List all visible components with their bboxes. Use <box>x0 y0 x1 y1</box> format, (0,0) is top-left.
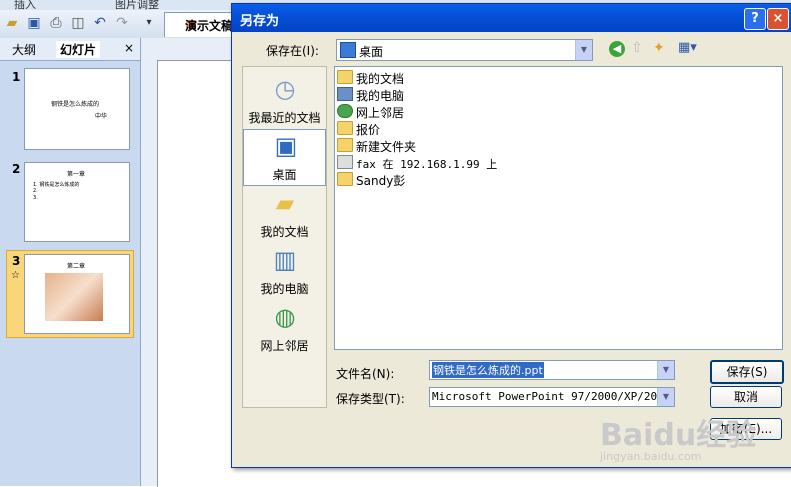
slide-number-2: 2 <box>12 162 21 176</box>
document-tab[interactable]: ▤ 演示文稿 <box>164 12 238 37</box>
folder-icon: ▰ <box>275 189 295 217</box>
save-in-label: 保存在(I): <box>266 44 319 58</box>
back-icon[interactable]: ◀ <box>609 41 625 57</box>
chevron-down-icon[interactable]: ▼ <box>575 40 592 60</box>
slide-number-1: 1 <box>12 70 21 84</box>
slide-thumbnail-2[interactable]: 第一章 1. 钢铁是怎么炼成的 2. 3. <box>24 162 130 242</box>
place-my-computer[interactable]: ▥ 我的电脑 <box>243 244 326 299</box>
place-recent[interactable]: ◷ 我最近的文档 <box>243 73 326 128</box>
slide2-line: 1. 钢铁是怎么炼成的 <box>33 182 80 188</box>
folder-icon <box>337 70 353 84</box>
printer-shortcut-icon <box>337 155 353 169</box>
computer-icon: ▥ <box>273 246 297 274</box>
slide-thumbnail-1[interactable]: 钢铁是怎么炼成的 中华 <box>24 68 130 150</box>
place-desktop[interactable]: ▣ 桌面 <box>243 129 326 186</box>
place-label: 我的电脑 <box>260 282 309 296</box>
new-folder-icon[interactable]: ✦ <box>653 40 665 56</box>
network-icon: ◍ <box>274 303 296 331</box>
print-icon[interactable]: ⎙ <box>47 14 65 32</box>
slide2-line: 2. <box>33 188 38 194</box>
list-item[interactable]: Sandy彭 <box>337 172 405 189</box>
filename-value: 钢铁是怎么炼成的.ppt <box>432 362 544 378</box>
file-list[interactable]: 我的文档 我的电脑 网上邻居 报价 新建文件夹 fax 在 192.168.1.… <box>334 66 783 350</box>
slide3-image <box>45 273 103 321</box>
slide2-line: 3. <box>33 195 38 201</box>
dialog-title: 另存为 <box>240 14 280 29</box>
list-item[interactable]: 网上邻居 <box>337 104 404 121</box>
filetype-value: Microsoft PowerPoint 97/2000/XP/2003 <box>432 390 671 403</box>
customize-icon[interactable]: ▾ <box>140 14 158 32</box>
slide-thumbnail-3[interactable]: 第二章 <box>24 254 130 334</box>
close-button[interactable]: × <box>767 8 789 30</box>
slide1-title: 钢铁是怎么炼成的 <box>51 101 100 108</box>
desktop-icon <box>340 42 356 58</box>
slide-number-3: 3 <box>12 254 21 268</box>
dialog-titlebar[interactable]: 另存为 ? × <box>232 4 791 32</box>
place-label: 我最近的文档 <box>248 111 321 125</box>
animation-icon: ☆ <box>11 270 20 281</box>
place-label: 网上邻居 <box>260 339 309 353</box>
slide3-title: 第二章 <box>67 263 86 270</box>
filename-input[interactable]: 钢铁是怎么炼成的.ppt ▼ <box>429 360 675 380</box>
save-icon[interactable]: ▣ <box>25 14 43 32</box>
help-button[interactable]: ? <box>744 8 766 30</box>
save-in-value: 桌面 <box>359 45 384 59</box>
slide2-title: 第一章 <box>67 171 86 178</box>
chevron-down-icon[interactable]: ▼ <box>657 361 674 379</box>
tab-slides[interactable]: 幻灯片 <box>56 41 101 58</box>
up-folder-icon[interactable]: ⇧ <box>631 40 643 56</box>
save-as-dialog: 另存为 ? × 保存在(I): 桌面 ▼ ◀ ⇧ ✦ ▦▾ ◷ 我最近的文档 ▣… <box>231 3 791 468</box>
list-item[interactable]: 我的电脑 <box>337 87 404 104</box>
save-in-select[interactable]: 桌面 ▼ <box>336 39 593 61</box>
slide1-sub: 中华 <box>95 113 108 120</box>
list-item[interactable]: 报价 <box>337 121 380 138</box>
desktop-icon: ▣ <box>274 132 298 160</box>
chevron-down-icon[interactable]: ▼ <box>657 388 674 406</box>
place-label: 我的文档 <box>260 225 309 239</box>
views-menu-icon[interactable]: ▦▾ <box>678 40 697 55</box>
filename-label: 文件名(N): <box>336 367 395 381</box>
cancel-button[interactable]: 取消 <box>710 386 782 408</box>
places-bar: ◷ 我最近的文档 ▣ 桌面 ▰ 我的文档 ▥ 我的电脑 ◍ 网上邻居 <box>242 66 327 408</box>
list-item[interactable]: 我的文档 <box>337 70 404 87</box>
redo-icon[interactable]: ↷ <box>113 14 131 32</box>
watermark: Baidu经验 jingyan.baidu.com <box>600 418 757 463</box>
network-icon <box>337 104 353 118</box>
filetype-select[interactable]: Microsoft PowerPoint 97/2000/XP/2003 ▼ <box>429 387 675 407</box>
list-item[interactable]: fax 在 192.168.1.99 上 <box>337 155 497 172</box>
panel-tabs: 大纲 幻灯片 × <box>0 38 140 61</box>
folder-icon <box>337 121 353 135</box>
tab-outline[interactable]: 大纲 <box>12 41 36 58</box>
place-label: 桌面 <box>272 168 297 182</box>
computer-icon <box>337 87 353 101</box>
recent-documents-icon: ◷ <box>274 75 296 103</box>
open-icon[interactable]: ▰ <box>3 14 21 32</box>
list-item[interactable]: 新建文件夹 <box>337 138 416 155</box>
panel-close-icon[interactable]: × <box>124 41 134 55</box>
undo-icon[interactable]: ↶ <box>91 14 109 32</box>
folder-shortcut-icon <box>337 172 353 186</box>
place-network[interactable]: ◍ 网上邻居 <box>243 301 326 356</box>
save-button[interactable]: 保存(S) <box>710 360 784 384</box>
document-tab-label: 演示文稿 <box>185 19 234 33</box>
folder-icon <box>337 138 353 152</box>
print-preview-icon[interactable]: ◫ <box>69 14 87 32</box>
filetype-label: 保存类型(T): <box>336 392 405 406</box>
place-my-documents[interactable]: ▰ 我的文档 <box>243 187 326 242</box>
